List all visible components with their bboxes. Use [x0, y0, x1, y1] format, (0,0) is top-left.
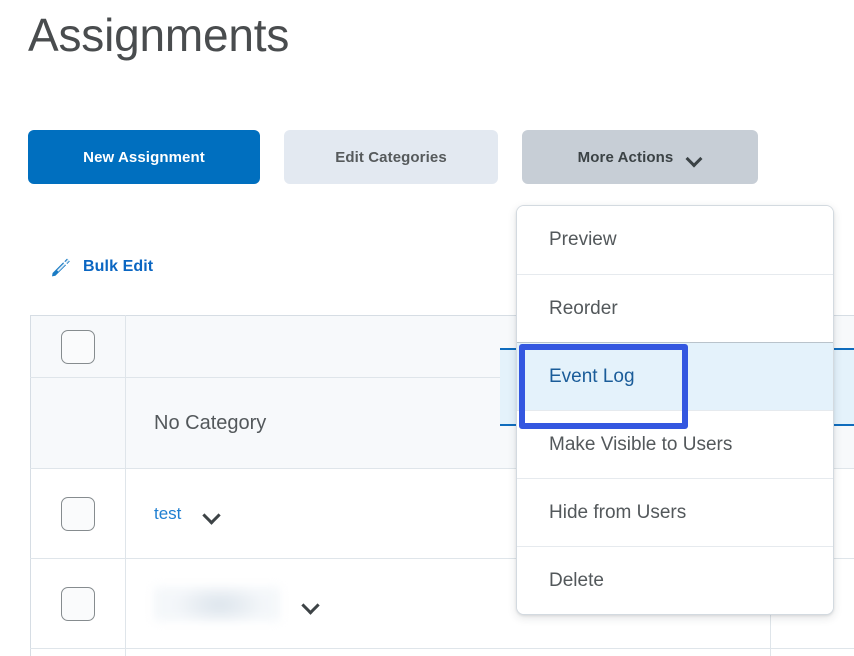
row-select-cell — [30, 468, 126, 559]
more-actions-label: More Actions — [577, 148, 674, 166]
chevron-down-icon[interactable] — [302, 599, 319, 609]
select-all-cell — [30, 315, 126, 378]
page-title: Assignments — [28, 9, 290, 61]
more-actions-menu: Preview Reorder Event Log Make Visible t… — [516, 205, 834, 615]
table-row — [30, 648, 854, 656]
bulk-edit-button[interactable]: Bulk Edit — [50, 255, 153, 279]
row-checkbox[interactable] — [61, 586, 95, 621]
chevron-down-icon[interactable] — [203, 509, 220, 519]
more-actions-button[interactable]: More Actions — [522, 130, 758, 184]
row-select-cell — [30, 558, 126, 649]
menu-item-reorder[interactable]: Reorder — [517, 274, 833, 342]
edit-categories-button[interactable]: Edit Categories — [284, 130, 498, 184]
row-select-cell — [30, 648, 126, 656]
menu-item-delete[interactable]: Delete — [517, 546, 833, 614]
assignment-name-link[interactable]: test — [154, 504, 181, 524]
redacted-assignment-name[interactable] — [154, 586, 280, 621]
menu-item-hide-from-users[interactable]: Hide from Users — [517, 478, 833, 546]
assignment-name-cell — [125, 648, 771, 656]
chevron-down-icon — [687, 153, 702, 162]
menu-item-make-visible-to-users[interactable]: Make Visible to Users — [517, 410, 833, 478]
bulk-edit-label: Bulk Edit — [83, 258, 154, 275]
select-all-checkbox[interactable] — [61, 329, 95, 364]
row-checkbox[interactable] — [61, 496, 95, 531]
menu-item-preview[interactable]: Preview — [517, 206, 833, 274]
pencil-icon — [52, 258, 70, 277]
menu-item-event-log[interactable]: Event Log — [517, 342, 833, 410]
assignments-page: Assignments New Assignment Edit Categori… — [0, 0, 854, 656]
page-action-buttons: New Assignment Edit Categories More Acti… — [28, 130, 758, 184]
row-submissions-cell — [770, 648, 854, 656]
new-assignment-button[interactable]: New Assignment — [28, 130, 260, 184]
category-select-cell — [30, 377, 126, 469]
